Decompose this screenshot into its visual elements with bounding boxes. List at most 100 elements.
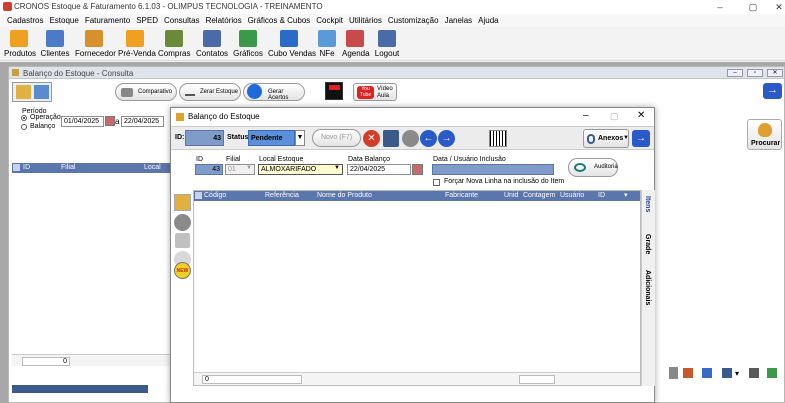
grid-menu-icon[interactable]: [195, 192, 202, 199]
menu-ajuda[interactable]: Ajuda: [478, 14, 498, 27]
save-icon[interactable]: [383, 130, 399, 147]
col-nome-produto[interactable]: Nome do Produto: [317, 191, 372, 200]
toolbar-prevenda-button[interactable]: Pré-Venda: [118, 30, 156, 60]
col-id[interactable]: ID: [598, 191, 605, 200]
columns-icon[interactable]: [702, 368, 712, 378]
status-select[interactable]: Pendente: [248, 130, 295, 146]
maximize-icon[interactable]: ▢: [740, 0, 766, 14]
field-local-select[interactable]: ALMOXARIFADO: [258, 164, 343, 175]
menu-utilitarios[interactable]: Utilitários: [349, 14, 382, 27]
app-title-bar: CRONOS Estoque & Faturamento 6.1.03 - OL…: [0, 0, 785, 14]
export-icon[interactable]: [683, 368, 693, 378]
menu-cockpit[interactable]: Cockpit: [316, 14, 343, 27]
calendar-icon[interactable]: [105, 116, 115, 126]
remove-icon[interactable]: [402, 130, 419, 147]
menu-sped[interactable]: SPED: [136, 14, 158, 27]
video-aula-button[interactable]: You Tube Vídeo Aula: [353, 83, 397, 101]
save-item-icon[interactable]: [175, 233, 190, 248]
menu-faturamento[interactable]: Faturamento: [85, 14, 130, 27]
cancel-icon[interactable]: ✕: [363, 130, 380, 147]
novo-button[interactable]: Novo (F7): [312, 129, 361, 147]
consulta-scrollbar[interactable]: [12, 385, 148, 393]
comparativo-button[interactable]: Comparativo: [115, 83, 177, 101]
col-contagem[interactable]: Contagem: [523, 191, 555, 200]
video-camera-icon[interactable]: [325, 82, 343, 100]
calendar-icon[interactable]: [412, 164, 423, 175]
delete-item-icon[interactable]: [174, 214, 191, 231]
new-badge-icon[interactable]: NEW: [174, 262, 191, 279]
date-separator: a: [115, 117, 120, 126]
excel-icon[interactable]: [767, 368, 777, 378]
arrow-left-icon[interactable]: ←: [420, 130, 437, 147]
menu-customizacao[interactable]: Customização: [388, 14, 439, 27]
status-dropdown-icon[interactable]: ▼: [295, 130, 305, 146]
toolbar-agenda-button[interactable]: Agenda: [342, 30, 370, 60]
menu-janelas[interactable]: Janelas: [445, 14, 473, 27]
menu-relatorios[interactable]: Relatórios: [206, 14, 242, 27]
col-referencia[interactable]: Referência: [265, 191, 299, 200]
col-fabricante[interactable]: Fabricante: [445, 191, 478, 200]
arrow-right-icon[interactable]: →: [763, 83, 782, 99]
local-dropdown-icon[interactable]: ▼: [334, 165, 340, 171]
minimize-icon[interactable]: –: [707, 0, 733, 14]
toolbar-cubo-vendas-button[interactable]: Cubo Vendas: [268, 30, 316, 60]
tab-itens[interactable]: Itens: [644, 196, 651, 212]
dialog-maximize-icon[interactable]: ▢: [610, 111, 619, 122]
save-dropdown-icon[interactable]: ▾: [735, 369, 739, 378]
close-icon[interactable]: ✕: [766, 0, 785, 14]
dialog-toolbar: ID: 43 Status: Pendente ▼ Novo (F7) ✕ ← …: [171, 126, 654, 150]
toolbar-nfe-button[interactable]: NFe: [316, 30, 338, 60]
print-icon[interactable]: [749, 368, 759, 378]
menu-consultas[interactable]: Consultas: [164, 14, 200, 27]
col-id[interactable]: ID: [23, 163, 30, 172]
col-usuario[interactable]: Usuário: [560, 191, 584, 200]
save-icon[interactable]: [722, 368, 732, 378]
menu-estoque[interactable]: Estoque: [49, 14, 78, 27]
toolbar-contatos-button[interactable]: Contatos: [196, 30, 228, 60]
consulta-view-toggle[interactable]: [12, 82, 52, 102]
toolbar-produtos-button[interactable]: Produtos: [4, 30, 36, 60]
vertical-tabs: Itens Grade Adicionais: [641, 190, 655, 386]
zerar-estoque-button[interactable]: Zerar Estoque: [179, 83, 241, 101]
printer-icon: [121, 88, 133, 97]
col-local-est[interactable]: Local Est: [144, 163, 172, 181]
auditoria-button[interactable]: Auditoria: [568, 158, 618, 177]
dropdown-arrow-icon[interactable]: [669, 367, 678, 379]
filial-dropdown-icon[interactable]: ▼: [246, 165, 252, 171]
date-from-input[interactable]: 01/04/2025: [61, 116, 104, 127]
truck-icon: [165, 30, 183, 47]
col-filial[interactable]: Filial: [61, 163, 75, 172]
toolbar-compras-button[interactable]: Compras: [158, 30, 190, 60]
tab-grade[interactable]: Grade: [644, 234, 651, 254]
menu-cadastros[interactable]: Cadastros: [7, 14, 43, 27]
consulta-close-icon[interactable]: ✕: [767, 69, 783, 77]
grid-menu-icon[interactable]: [13, 164, 20, 171]
gerar-acertos-button[interactable]: Gerar Acertos: [243, 83, 305, 101]
menu-graficos-cubos[interactable]: Gráficos & Cubos: [248, 14, 311, 27]
anexos-button[interactable]: Anexos ▼: [583, 129, 629, 148]
col-unid[interactable]: Unid: [504, 191, 518, 200]
toolbar-fornecedor-button[interactable]: Fornecedor: [75, 30, 116, 60]
column-chooser-icon[interactable]: ▾: [624, 191, 628, 200]
toolbar-graficos-button[interactable]: Gráficos: [233, 30, 263, 60]
dialog-minimize-icon[interactable]: –: [583, 110, 589, 121]
procurar-button[interactable]: Procurar: [747, 119, 782, 150]
tab-adicionais[interactable]: Adicionais: [644, 270, 651, 305]
arrow-right-icon[interactable]: →: [632, 130, 650, 147]
arrow-right-icon[interactable]: →: [438, 130, 455, 147]
barcode-icon[interactable]: [489, 130, 507, 147]
consulta-minimize-icon[interactable]: –: [727, 69, 743, 77]
field-data-input[interactable]: 22/04/2025: [347, 164, 411, 175]
date-to-input[interactable]: 22/04/2025: [121, 116, 164, 127]
dialog-close-icon[interactable]: ✕: [637, 110, 645, 121]
radio-operacao[interactable]: [21, 115, 27, 121]
add-item-icon[interactable]: [174, 194, 191, 211]
consulta-restore-icon[interactable]: ▫: [747, 69, 763, 77]
forcar-label: Forçar Nova Linha na inclusão do Item: [444, 178, 565, 185]
forcar-checkbox[interactable]: [433, 179, 440, 186]
col-codigo[interactable]: Código: [204, 191, 226, 200]
consulta-title-bar: Balanço do Estoque - Consulta – ▫ ✕: [9, 67, 784, 79]
toolbar-clientes-button[interactable]: Clientes: [40, 30, 70, 60]
toolbar-logout-button[interactable]: Logout: [374, 30, 400, 60]
radio-balanco[interactable]: [21, 124, 27, 130]
